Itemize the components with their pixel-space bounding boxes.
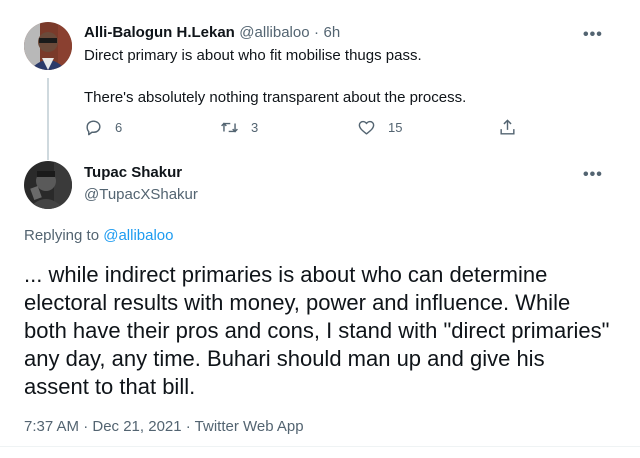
thread-line — [47, 78, 49, 160]
replying-label: Replying to — [24, 227, 100, 244]
main-handle[interactable]: @TupacXShakur — [84, 186, 198, 203]
main-author-name[interactable]: Tupac Shakur — [84, 164, 182, 181]
retweet-count: 3 — [251, 120, 259, 135]
like-count: 15 — [388, 120, 403, 135]
like-icon — [358, 120, 375, 135]
parent-author-name[interactable]: Alli-Balogun H.Lekan — [84, 24, 235, 41]
main-tweet-text: ... while indirect primaries is about wh… — [24, 262, 610, 399]
parent-text-line1: Direct primary is about who fit mobilise… — [84, 47, 422, 64]
share-action[interactable] — [498, 118, 529, 137]
reply-icon — [86, 120, 101, 136]
main-more-icon[interactable]: ••• — [583, 166, 603, 184]
parent-text-line2: There's absolutely nothing transparent a… — [84, 89, 467, 106]
parent-time[interactable]: 6h — [323, 24, 340, 41]
parent-separator: · — [314, 24, 320, 41]
parent-handle[interactable]: @allibaloo — [239, 24, 309, 41]
retweet-action[interactable]: 3 — [220, 118, 258, 137]
parent-avatar[interactable] — [24, 22, 72, 70]
main-avatar[interactable] — [24, 161, 72, 209]
replying-handle-link[interactable]: @allibaloo — [103, 227, 173, 244]
reply-count: 6 — [115, 120, 123, 135]
replying-to: Replying to @allibaloo — [24, 227, 174, 244]
share-icon — [500, 119, 515, 135]
parent-header: Alli-Balogun H.Lekan @allibaloo · 6h — [84, 24, 340, 42]
tweet-timestamp[interactable]: 7:37 AM · Dec 21, 2021 · Twitter Web App — [24, 418, 304, 435]
like-action[interactable]: 15 — [357, 118, 402, 137]
divider — [0, 446, 640, 447]
retweet-icon — [221, 122, 238, 133]
parent-more-icon[interactable]: ••• — [583, 26, 603, 44]
reply-action[interactable]: 6 — [84, 118, 122, 137]
